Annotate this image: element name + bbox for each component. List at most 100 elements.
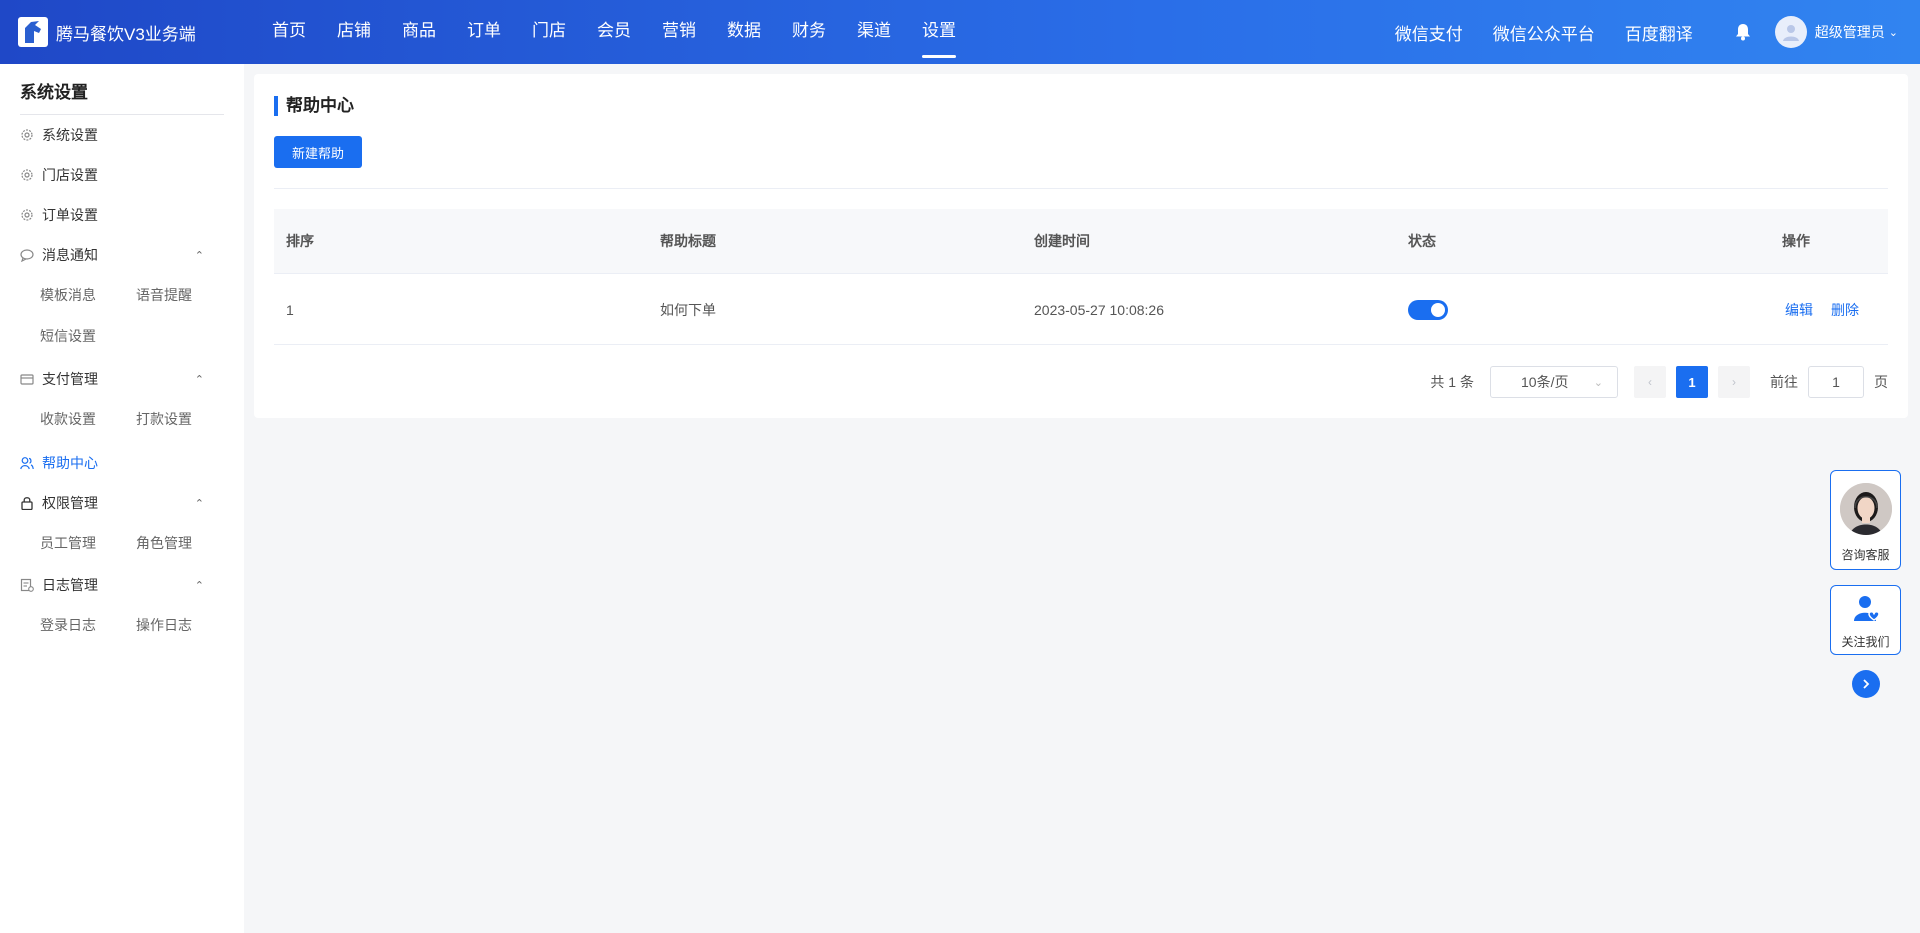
log-icon — [20, 578, 34, 592]
lock-icon — [20, 496, 34, 510]
chevron-up-icon: ⌃ — [194, 373, 204, 386]
delete-link[interactable]: 删除 — [1831, 274, 1859, 346]
sidebar-item-label: 消息通知 — [42, 247, 98, 263]
consult-service-label: 咨询客服 — [1841, 548, 1890, 562]
column-header-created: 创建时间 — [1034, 233, 1090, 249]
user-name: 超级管理员 — [1814, 24, 1885, 40]
page-unit-label: 页 — [1874, 374, 1888, 390]
nav-data[interactable]: 数据 — [727, 0, 761, 64]
sidebar-sub-staff[interactable]: 员工管理 — [40, 533, 96, 553]
sidebar-sub-role[interactable]: 角色管理 — [136, 533, 192, 553]
main-nav: 首页 店铺 商品 订单 门店 会员 营销 数据 财务 渠道 设置 — [272, 0, 987, 64]
column-header-actions: 操作 — [1782, 233, 1810, 249]
app-name: 腾马餐饮V3业务端 — [56, 24, 196, 44]
next-page-button[interactable]: › — [1718, 366, 1750, 398]
column-header-sort: 排序 — [286, 233, 314, 249]
chevron-up-icon: ⌃ — [194, 497, 204, 510]
chevron-right-icon — [1863, 679, 1870, 689]
top-navbar: 腾马餐饮V3业务端 首页 店铺 商品 订单 门店 会员 营销 数据 财务 渠道 … — [0, 0, 1920, 64]
chevron-up-icon: ⌃ — [194, 579, 204, 592]
user-menu[interactable]: 超级管理员 ⌄ — [1774, 16, 1898, 48]
main-card: 帮助中心 新建帮助 排序 帮助标题 创建时间 状态 操作 1 如何下单 2023… — [254, 74, 1908, 418]
sidebar-item-store[interactable]: 门店设置 — [20, 164, 98, 186]
goto-page-input[interactable] — [1808, 366, 1864, 398]
wallet-icon — [20, 372, 34, 386]
sidebar-sub-payout[interactable]: 打款设置 — [136, 409, 192, 429]
nav-orders[interactable]: 订单 — [467, 0, 501, 64]
gear-icon — [20, 128, 34, 142]
nav-members[interactable]: 会员 — [597, 0, 631, 64]
sidebar-item-system[interactable]: 系统设置 — [20, 124, 98, 146]
sidebar-item-payment[interactable]: 支付管理 ⌃ — [20, 368, 224, 390]
page-number-current[interactable]: 1 — [1676, 366, 1708, 398]
expand-float-button[interactable] — [1852, 670, 1880, 698]
sidebar-item-message[interactable]: 消息通知 ⌃ — [20, 244, 224, 266]
cell-created: 2023-05-27 10:08:26 — [1034, 302, 1164, 318]
wechat-mp-link[interactable]: 微信公众平台 — [1493, 20, 1595, 45]
sidebar-sub-login-log[interactable]: 登录日志 — [40, 615, 96, 635]
sidebar-sub-op-log[interactable]: 操作日志 — [136, 615, 192, 635]
header-right: 微信支付 微信公众平台 百度翻译 超级管理员 ⌄ — [1395, 0, 1920, 64]
sidebar-item-log[interactable]: 日志管理 ⌃ — [20, 574, 224, 596]
chevron-right-icon: › — [1732, 375, 1736, 389]
nav-settings[interactable]: 设置 — [922, 0, 956, 64]
sidebar-item-label: 支付管理 — [42, 371, 98, 387]
wechat-pay-link[interactable]: 微信支付 — [1395, 20, 1463, 45]
nav-finance[interactable]: 财务 — [792, 0, 826, 64]
sidebar-item-help[interactable]: 帮助中心 — [20, 452, 98, 474]
chevron-down-icon: ⌄ — [1888, 26, 1898, 39]
horse-logo-icon — [18, 17, 48, 47]
user-heart-icon — [1853, 594, 1881, 627]
sidebar-divider — [20, 114, 224, 115]
page-title: 帮助中心 — [274, 96, 354, 116]
sidebar-sub-template[interactable]: 模板消息 — [40, 285, 96, 305]
sidebar-sub-collect[interactable]: 收款设置 — [40, 409, 96, 429]
toggle-knob — [1431, 303, 1445, 317]
chevron-left-icon: ‹ — [1648, 375, 1652, 389]
sidebar-item-label: 帮助中心 — [42, 455, 98, 471]
status-toggle[interactable] — [1408, 300, 1448, 320]
nav-goods[interactable]: 商品 — [402, 0, 436, 64]
pagination-total: 共 1 条 — [1430, 374, 1474, 390]
sidebar-title: 系统设置 — [20, 83, 88, 102]
edit-link[interactable]: 编辑 — [1785, 274, 1813, 346]
sidebar-sub-voice[interactable]: 语音提醒 — [136, 285, 192, 305]
nav-marketing[interactable]: 营销 — [662, 0, 696, 64]
goto-label: 前往 — [1770, 374, 1798, 390]
table-row: 1 如何下单 2023-05-27 10:08:26 编辑 删除 — [274, 273, 1888, 345]
sidebar-item-label: 权限管理 — [42, 495, 98, 511]
brand[interactable]: 腾马餐饮V3业务端 — [18, 16, 196, 48]
pagination: 共 1 条 10条/页 ⌄ ‹ 1 › 前往 页 — [1430, 366, 1888, 398]
prev-page-button[interactable]: ‹ — [1634, 366, 1666, 398]
new-help-button[interactable]: 新建帮助 — [274, 136, 362, 168]
sidebar-sub-sms[interactable]: 短信设置 — [40, 326, 96, 346]
column-header-status: 状态 — [1408, 233, 1436, 249]
sidebar-item-permission[interactable]: 权限管理 ⌃ — [20, 492, 224, 514]
column-header-title: 帮助标题 — [660, 233, 716, 249]
consult-service-widget[interactable]: 咨询客服 — [1830, 470, 1901, 570]
follow-us-label: 关注我们 — [1841, 635, 1890, 649]
users-icon — [20, 456, 34, 470]
bell-icon[interactable] — [1733, 22, 1753, 42]
gear-icon — [20, 168, 34, 182]
sidebar-item-label: 订单设置 — [42, 207, 98, 223]
page-size-value: 10条/页 — [1521, 374, 1569, 390]
avatar — [1774, 16, 1807, 48]
divider — [274, 188, 1888, 189]
nav-home[interactable]: 首页 — [272, 0, 306, 64]
nav-stores[interactable]: 门店 — [532, 0, 566, 64]
nav-shop[interactable]: 店铺 — [337, 0, 371, 64]
sidebar-item-order[interactable]: 订单设置 — [20, 204, 98, 226]
gear-icon — [20, 208, 34, 222]
chat-icon — [20, 248, 34, 262]
nav-channels[interactable]: 渠道 — [857, 0, 891, 64]
cell-sort: 1 — [286, 302, 294, 318]
table-header: 排序 帮助标题 创建时间 状态 操作 — [274, 209, 1888, 273]
follow-us-widget[interactable]: 关注我们 — [1830, 585, 1901, 655]
page-size-select[interactable]: 10条/页 ⌄ — [1490, 366, 1618, 398]
baidu-translate-link[interactable]: 百度翻译 — [1625, 20, 1693, 45]
sidebar-item-label: 系统设置 — [42, 127, 98, 143]
sidebar-item-label: 门店设置 — [42, 167, 98, 183]
service-agent-avatar — [1840, 483, 1892, 535]
sidebar-item-label: 日志管理 — [42, 577, 98, 593]
